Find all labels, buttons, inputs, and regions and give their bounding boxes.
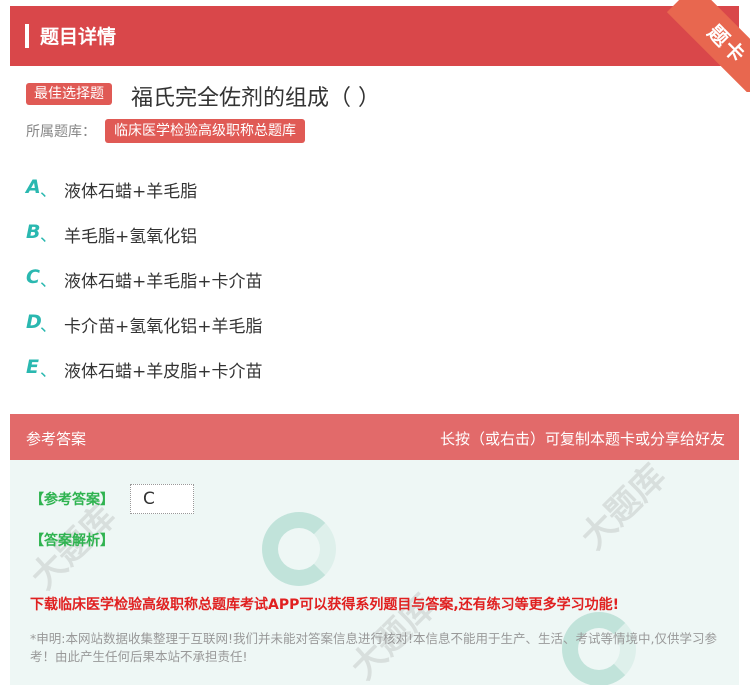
copy-share-hint: 长按（或右击）可复制本题卡或分享给好友 bbox=[439, 430, 725, 448]
reference-answer-label: 【参考答案】 bbox=[30, 492, 114, 508]
answer-section-header: 参考答案 长按（或右击）可复制本题卡或分享给好友 bbox=[10, 414, 739, 460]
disclaimer-text: *申明:本网站数据收集整理于互联网!我们并未能对答案信息进行核对!本信息不能用于… bbox=[30, 631, 717, 664]
question-title: 福氏完全佐剂的组成（ ） bbox=[131, 86, 380, 111]
option-text: 卡介苗+氢氧化铝+羊毛脂 bbox=[64, 317, 263, 337]
option-separator: 、 bbox=[40, 361, 57, 381]
watermark-logo-icon bbox=[262, 512, 336, 586]
question-type-badge: 最佳选择题 bbox=[26, 83, 112, 105]
answer-body: 大题库 大题库 大题库 【参考答案】 C 【答案解析】 下载临床医学检验高级职称… bbox=[10, 460, 739, 685]
option-text: 液体石蜡+羊毛脂+卡介苗 bbox=[64, 272, 263, 292]
option-letter: B bbox=[26, 221, 41, 243]
page-title: 题目详情 bbox=[40, 26, 117, 48]
library-label: 所属题库： bbox=[26, 124, 96, 140]
option-text: 液体石蜡+羊皮脂+卡介苗 bbox=[64, 362, 263, 382]
watermark-icon: 大题库 bbox=[573, 460, 674, 558]
option-text: 液体石蜡+羊毛脂 bbox=[64, 182, 198, 202]
option-separator: 、 bbox=[40, 181, 57, 201]
library-link[interactable]: 临床医学检验高级职称总题库 bbox=[105, 119, 305, 143]
corner-ribbon-label: 题卡 bbox=[666, 0, 750, 92]
option-letter: A bbox=[26, 176, 41, 198]
answer-analysis-label: 【答案解析】 bbox=[30, 533, 114, 549]
title-header: 题目详情 bbox=[10, 6, 739, 66]
option-text: 羊毛脂+氢氧化铝 bbox=[64, 227, 198, 247]
download-app-link[interactable]: 下载临床医学检验高级职称总题库考试APP可以获得系列题目与答案,还有练习等更多学… bbox=[30, 594, 619, 614]
option-separator: 、 bbox=[40, 271, 57, 291]
option-letter: C bbox=[26, 266, 40, 288]
reference-answer-value: C bbox=[130, 484, 194, 514]
corner-ribbon: 题卡 bbox=[658, 0, 750, 92]
option-separator: 、 bbox=[40, 226, 57, 246]
option-separator: 、 bbox=[40, 316, 57, 336]
option-letter: E bbox=[26, 356, 39, 378]
answer-section-title: 参考答案 bbox=[26, 430, 87, 448]
header-accent-bar bbox=[25, 24, 29, 48]
